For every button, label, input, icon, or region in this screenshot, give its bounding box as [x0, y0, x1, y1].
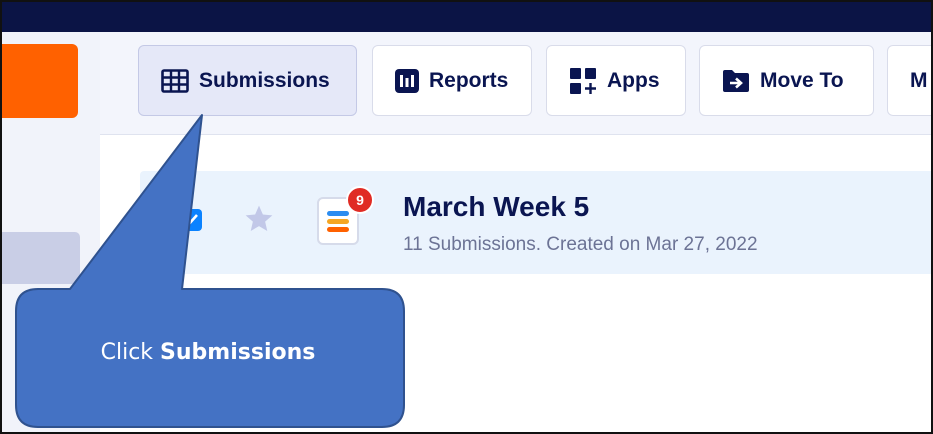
callout-bold: Submissions	[160, 340, 316, 365]
callout-text: Click Submissions	[16, 340, 400, 365]
screenshot-frame: Submissions Reports Apps Move To M 9 Mar…	[0, 0, 933, 434]
callout-prefix: Click	[100, 340, 161, 365]
callout-shape	[15, 114, 405, 428]
